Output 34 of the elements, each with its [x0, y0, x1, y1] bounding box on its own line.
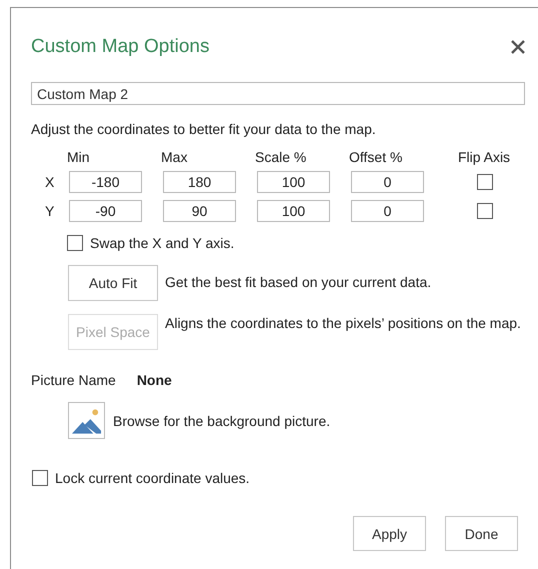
coordinate-field[interactable]: 90 [163, 200, 236, 222]
lock-label: Lock current coordinate values. [55, 469, 250, 487]
coordinate-field[interactable]: -180 [69, 171, 142, 193]
instructions-text: Adjust the coordinates to better fit your data to the map. [31, 120, 377, 138]
browse-text: Browse for the background picture. [113, 412, 330, 430]
coordinate-field[interactable]: 0 [351, 171, 424, 193]
axis-label: Y [45, 203, 56, 219]
column-header: Offset % [349, 149, 404, 165]
coordinate-field[interactable]: 180 [163, 171, 236, 193]
map-name-field[interactable]: Custom Map 2 [31, 82, 525, 105]
picture-name-label: Picture Name [31, 372, 116, 388]
action-description: Get the best fit based on your current data. [165, 273, 432, 292]
axis-label: X [45, 174, 56, 190]
flip-checkbox[interactable] [477, 174, 493, 190]
coordinate-field[interactable]: 100 [257, 200, 330, 222]
image-icon[interactable] [68, 402, 105, 439]
coordinate-field[interactable]: 0 [351, 200, 424, 222]
dialog-button[interactable]: Apply [353, 516, 426, 551]
coordinate-field[interactable]: -90 [69, 200, 142, 222]
close-icon[interactable] [510, 39, 526, 55]
column-header: Max [161, 149, 188, 165]
column-header: Min [67, 149, 91, 165]
dialog-button[interactable]: Done [445, 516, 518, 551]
action-button[interactable]: Auto Fit [68, 265, 158, 301]
swap-checkbox[interactable] [67, 235, 83, 251]
lock-checkbox[interactable] [32, 470, 48, 486]
flip-checkbox[interactable] [477, 203, 493, 219]
column-header: Flip Axis [456, 149, 512, 165]
action-description: Aligns the coordinates to the pixels’ positions on the map. [165, 314, 522, 333]
coordinate-field[interactable]: 100 [257, 171, 330, 193]
picture-name-value: None [136, 372, 172, 388]
swap-label: Swap the X and Y axis. [90, 234, 234, 252]
column-header: Scale % [255, 149, 308, 165]
dialog-title: Custom Map Options [31, 36, 210, 58]
